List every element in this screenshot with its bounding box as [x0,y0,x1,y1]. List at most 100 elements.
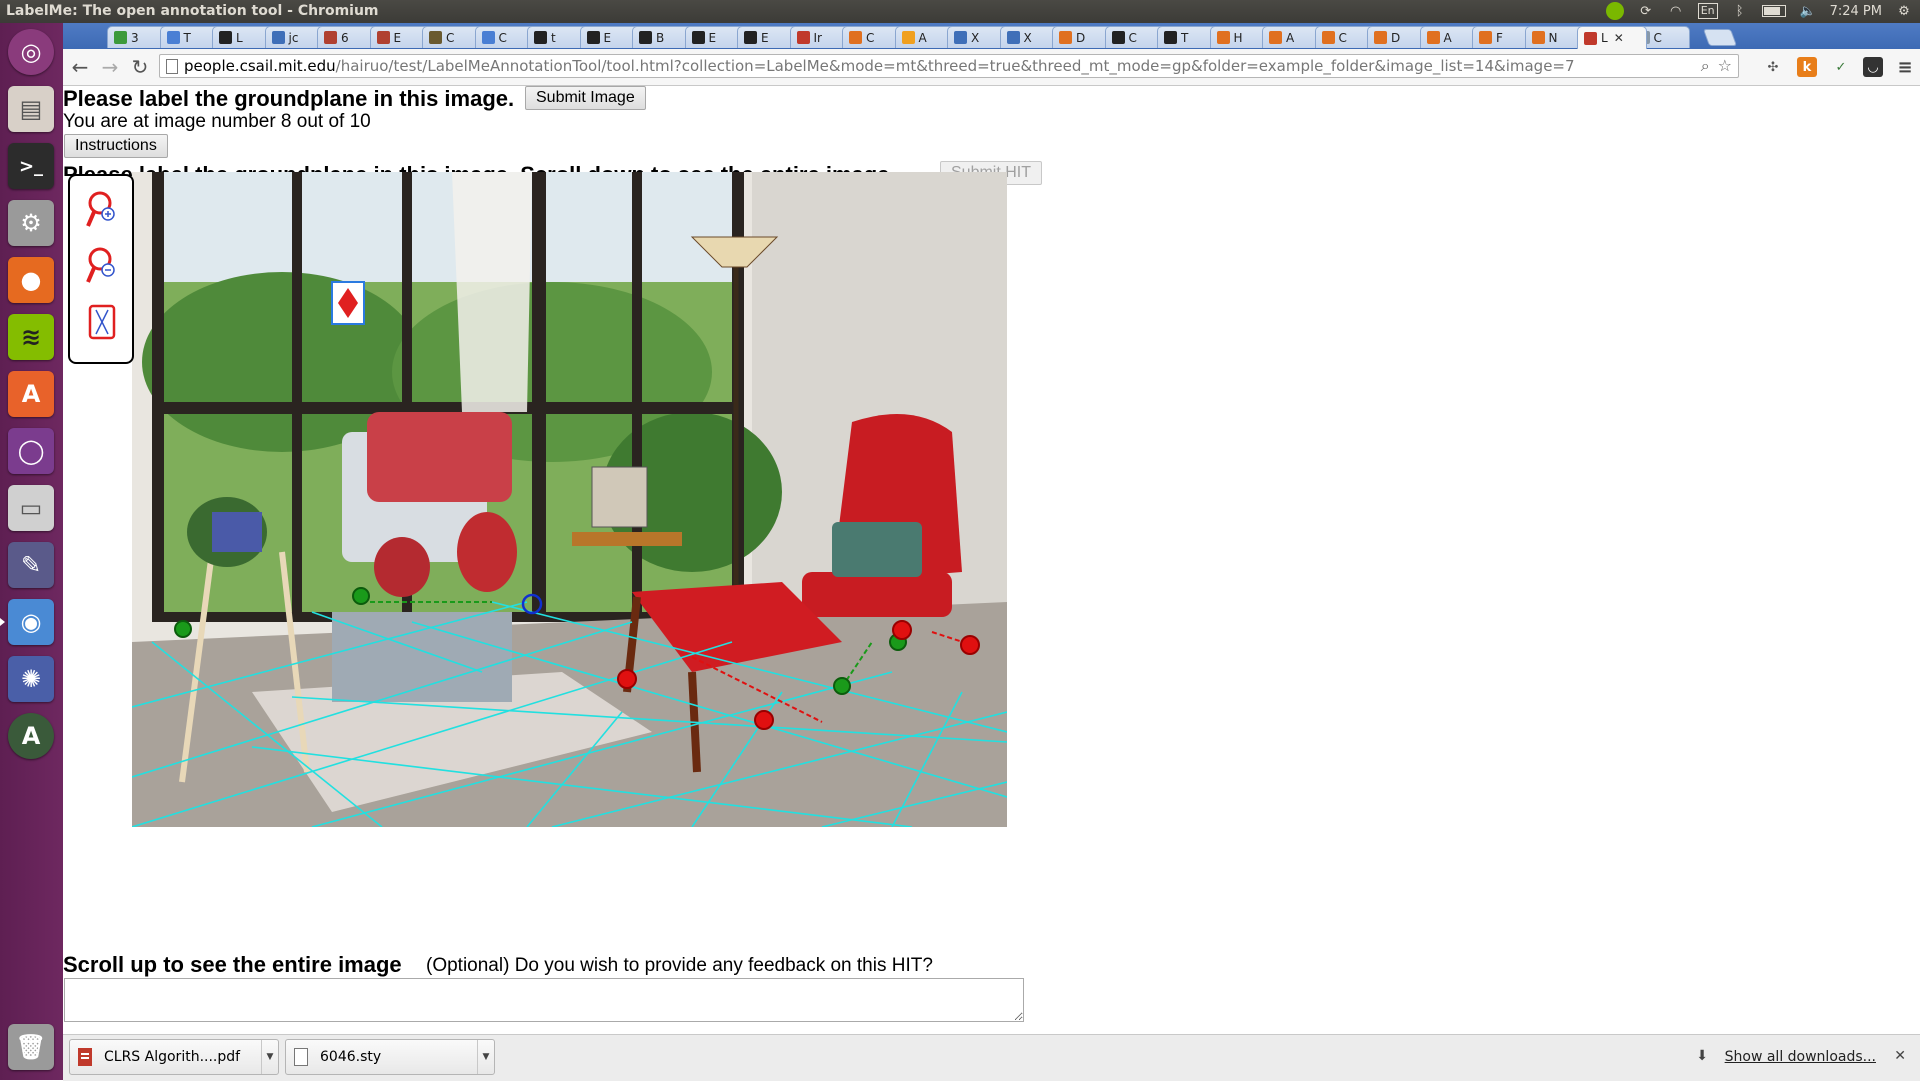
browser-tab[interactable]: A [894,26,955,48]
unity-launcher: ◎ ▤ >_ ⚙ ● ≋ A ◯ ▭ ✎ ◉ ✺ A 🗑 [0,23,64,1080]
zoom-out-icon[interactable] [86,246,118,286]
close-icon[interactable]: ✕ [1894,1048,1906,1064]
browser-tab[interactable]: C [474,26,535,48]
browser-tab[interactable]: E [369,26,430,48]
green-control-point[interactable] [174,620,192,638]
back-arrow-icon[interactable]: ← [69,55,91,79]
scene-cushion-2 [457,512,517,592]
download-item-pdf[interactable]: CLRS Algorith....pdf ▼ [69,1039,279,1075]
annotation-image-canvas[interactable] [132,172,1007,827]
tab-favicon-icon [954,31,967,44]
extension-puzzle-icon[interactable]: ✣ [1763,57,1783,77]
browser-tab[interactable]: C [1314,26,1375,48]
red-control-point[interactable] [754,710,774,730]
address-host: people.csail.mit.edu [184,57,336,75]
tab-favicon-icon [114,31,127,44]
pocket-icon[interactable]: ◡ [1863,57,1883,77]
pdf-file-icon [78,1048,92,1066]
green-control-point[interactable] [833,677,851,695]
browser-tab[interactable]: T [159,26,220,48]
software-center-icon[interactable]: A [8,371,54,417]
tab-close-icon[interactable]: ✕ [1614,31,1624,45]
tab-favicon-icon [1426,31,1440,44]
download-shelf: CLRS Algorith....pdf ▼ 6046.sty ▼ ⬇ Show… [63,1034,1920,1081]
browser-tab[interactable]: E [579,26,640,48]
app-ring-icon[interactable]: ◯ [8,428,54,474]
browser-tab[interactable]: 3 [107,26,167,48]
tab-favicon-icon [744,31,757,44]
browser-tab[interactable]: A [1419,26,1480,48]
shutter-icon[interactable]: ✺ [8,656,54,702]
red-control-point[interactable] [617,669,637,689]
spotify-tray-icon[interactable] [1605,2,1624,20]
browser-tab[interactable]: D [1052,26,1112,48]
keyboard-layout-indicator[interactable]: En [1697,3,1718,19]
browser-tab[interactable]: L ✕ [1577,26,1647,49]
browser-tab[interactable]: E [684,26,745,48]
text-editor-icon[interactable]: ✎ [8,542,54,588]
browser-tab[interactable]: C [422,26,482,48]
zoom-icon[interactable]: ⌕ [1701,55,1710,77]
volume-icon[interactable]: 🔈 [1800,3,1816,19]
bookmark-star-icon[interactable]: ☆ [1718,55,1732,77]
show-all-downloads-link[interactable]: Show all downloads... [1725,1049,1876,1065]
system-tray: ⟳ ◠ En ᛒ 🔈 7:24 PM ⚙ [1605,2,1912,20]
red-control-point[interactable] [892,620,912,640]
chevron-down-icon[interactable]: ▼ [477,1040,494,1074]
wifi-icon[interactable]: ◠ [1668,3,1684,19]
ubuntu-dash-icon[interactable]: ◎ [8,29,54,75]
bluetooth-icon[interactable]: ᛒ [1732,3,1748,19]
browser-tab[interactable]: L [212,26,272,48]
address-bar[interactable]: people.csail.mit.edu/hairuo/test/LabelMe… [159,54,1739,78]
sync-icon[interactable]: ⟳ [1638,3,1654,19]
download-item-sty[interactable]: 6046.sty ▼ [285,1039,495,1075]
browser-tab[interactable]: B [632,26,692,48]
feedback-textarea[interactable] [64,978,1024,1022]
browser-tab[interactable]: H [1209,26,1270,48]
instructions-button[interactable]: Instructions [64,134,168,158]
chrome-menu-icon[interactable]: ≡ [1895,57,1915,78]
disk-drive-icon[interactable]: ▭ [8,485,54,531]
battery-icon[interactable] [1761,5,1786,17]
terminal-icon[interactable]: >_ [8,143,54,189]
firefox-icon[interactable]: ● [8,257,54,303]
browser-tab[interactable]: t [527,26,587,48]
browser-tab[interactable]: Ir [789,26,850,48]
tab-favicon-icon [1006,31,1020,44]
browser-tab[interactable]: A [1262,26,1322,48]
red-control-point[interactable] [960,635,980,655]
reload-icon[interactable]: ↻ [129,55,151,79]
forward-arrow-icon[interactable]: → [99,55,121,79]
chevron-down-icon[interactable]: ▼ [261,1040,278,1074]
browser-tab[interactable]: E [737,26,797,48]
download-arrow-icon: ⬇ [1696,1048,1708,1064]
zoom-in-icon[interactable] [86,190,118,230]
browser-tab[interactable]: T [1157,26,1217,48]
browser-tab[interactable]: jc [264,26,325,48]
tab-label: A [1443,30,1452,45]
browser-tab[interactable]: 6 [317,26,377,48]
settings-gear-icon[interactable]: ⚙ [1896,3,1912,19]
browser-tab[interactable]: C [1104,26,1165,48]
software-updater-icon[interactable]: A [8,713,54,759]
spotify-icon[interactable]: ≋ [8,314,54,360]
chromium-icon[interactable]: ◉ [0,599,54,645]
extension-check-icon[interactable]: ✓ [1831,57,1851,77]
browser-tab[interactable]: N [1524,26,1585,48]
trash-icon[interactable]: 🗑 [8,1024,54,1070]
tab-label: T [1181,30,1189,45]
submit-image-button[interactable]: Submit Image [525,86,646,110]
page-info-icon[interactable] [166,59,178,74]
extension-k-icon[interactable]: k [1797,57,1817,77]
browser-tab[interactable]: D [1367,26,1427,48]
browser-tab[interactable]: C [842,26,902,48]
browser-tab[interactable]: X [999,26,1060,48]
clock[interactable]: 7:24 PM [1830,4,1882,19]
fit-image-icon[interactable] [86,302,118,342]
browser-tab[interactable]: X [947,26,1007,48]
green-control-point[interactable] [352,587,370,605]
new-tab-button[interactable] [1702,29,1738,46]
system-settings-icon[interactable]: ⚙ [8,200,54,246]
browser-tab[interactable]: F [1472,26,1532,48]
files-icon[interactable]: ▤ [8,86,54,132]
